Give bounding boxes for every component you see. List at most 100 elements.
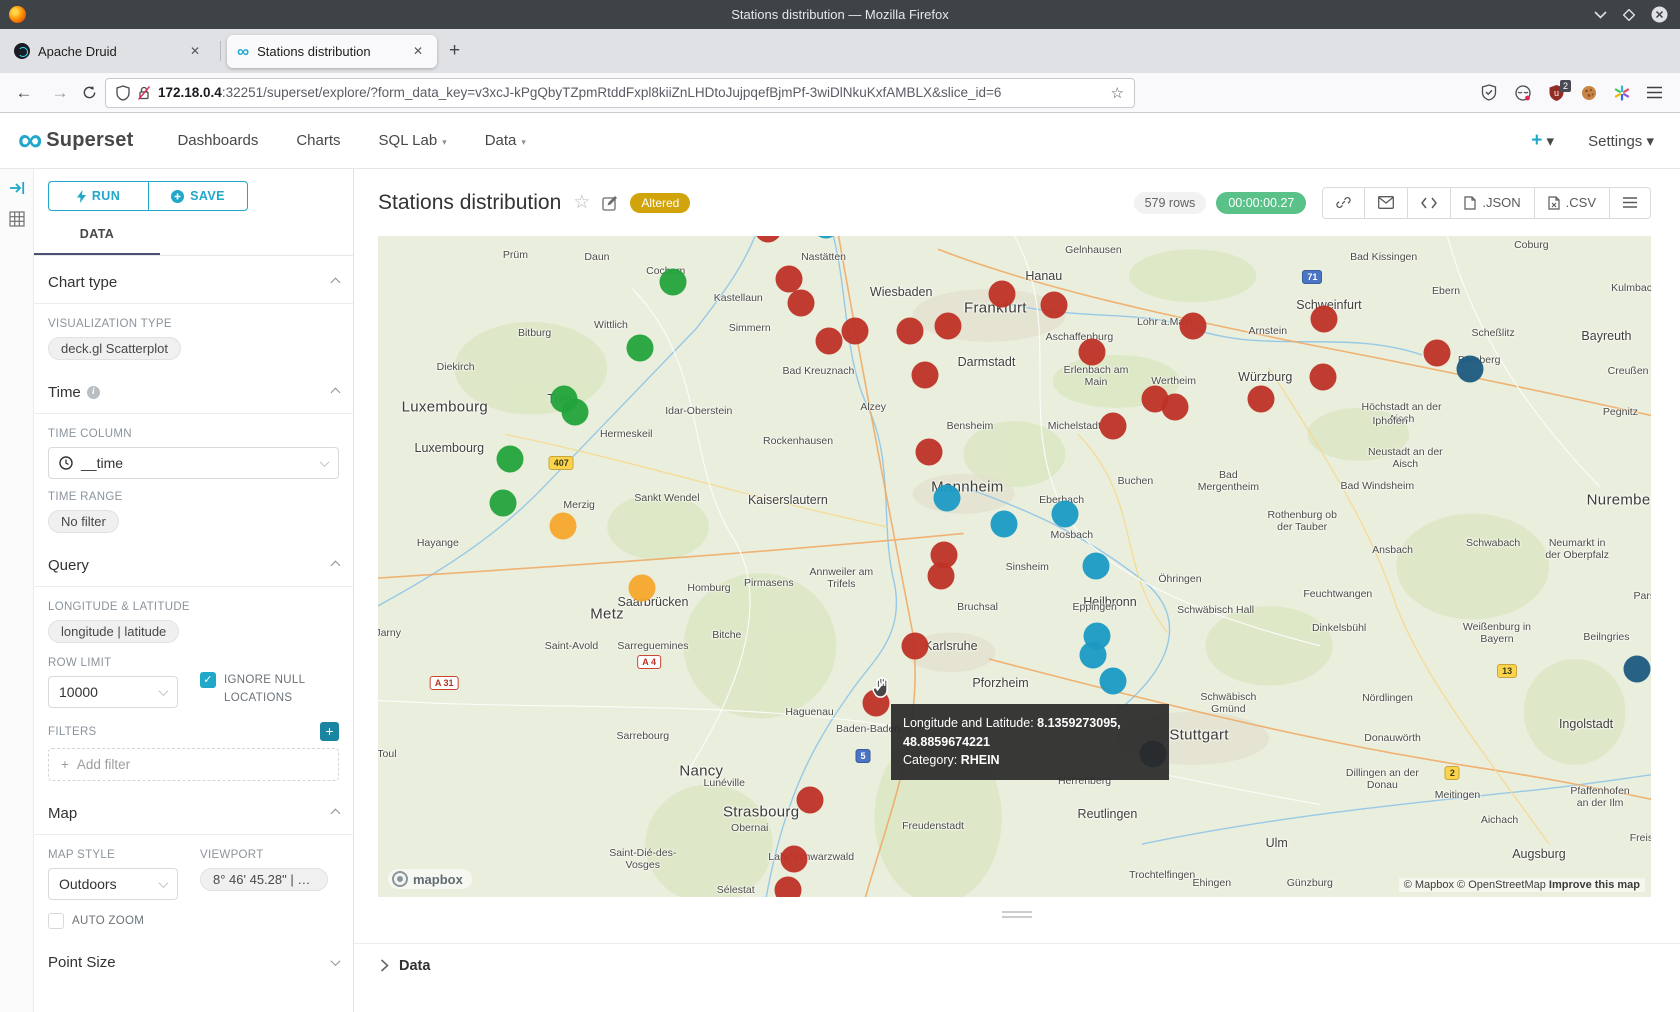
section-query[interactable]: Query <box>34 539 353 586</box>
pocket-shield-icon[interactable] <box>1481 84 1497 101</box>
lonlat-value[interactable]: longitude | latitude <box>48 620 179 643</box>
window-close-button[interactable] <box>1651 6 1668 23</box>
export-json-button[interactable]: .JSON <box>1450 188 1533 218</box>
scatter-point-red[interactable] <box>897 318 924 345</box>
save-button[interactable]: SAVE <box>148 181 248 211</box>
auto-zoom-checkbox-row[interactable]: AUTO ZOOM <box>48 912 339 930</box>
map-style-select[interactable]: Outdoors <box>48 868 178 900</box>
scatter-point-orange[interactable] <box>549 512 576 539</box>
scatter-point-red[interactable] <box>796 786 823 813</box>
scatter-point-green[interactable] <box>497 445 524 472</box>
scatter-point-red[interactable] <box>787 290 814 317</box>
scatter-point-red[interactable] <box>1310 306 1337 333</box>
scatter-point-red[interactable] <box>988 281 1015 308</box>
scatter-point-red[interactable] <box>774 876 801 897</box>
privacy-mask-icon[interactable] <box>1514 85 1532 101</box>
back-button[interactable]: ← <box>10 83 38 103</box>
scatter-point-red[interactable] <box>1179 312 1206 339</box>
scatter-point-orange[interactable] <box>628 575 655 602</box>
scatter-point-blue[interactable] <box>1052 501 1079 528</box>
altered-badge[interactable]: Altered <box>630 193 690 213</box>
viewport-value[interactable]: 8° 46' 45.28" | 49… <box>200 868 328 891</box>
time-column-select[interactable]: __time <box>48 447 339 479</box>
reload-button[interactable] <box>82 85 97 100</box>
viz-type-value[interactable]: deck.gl Scatterplot <box>48 337 181 360</box>
run-button[interactable]: RUN <box>48 181 148 211</box>
scatter-point-blue[interactable] <box>1082 552 1109 579</box>
panel-drag-handle[interactable] <box>1002 911 1032 918</box>
scatter-point-green[interactable] <box>562 398 589 425</box>
scatter-point-red[interactable] <box>927 563 954 590</box>
scatter-point-red[interactable] <box>842 318 869 345</box>
copy-link-button[interactable] <box>1323 188 1364 218</box>
scatter-point-blue[interactable] <box>1080 642 1107 669</box>
section-time[interactable]: Timei <box>34 366 353 413</box>
scatter-point-red[interactable] <box>1079 338 1106 365</box>
section-point-size[interactable]: Point Size <box>34 936 353 983</box>
nav-sql-lab[interactable]: SQL Lab▾ <box>379 132 447 149</box>
time-range-value[interactable]: No filter <box>48 510 119 533</box>
scatter-point-blue[interactable] <box>991 511 1018 538</box>
scatter-point-red[interactable] <box>1040 291 1067 318</box>
scatter-point-red[interactable] <box>935 312 962 339</box>
section-chart-type[interactable]: Chart type <box>34 256 353 303</box>
scatter-point-green[interactable] <box>489 490 516 517</box>
menu-hamburger-icon[interactable] <box>1647 86 1662 99</box>
tab-data[interactable]: DATA <box>34 227 160 255</box>
scatter-point-navy[interactable] <box>1623 655 1650 682</box>
embed-code-button[interactable] <box>1407 188 1450 218</box>
data-results-collapse[interactable]: Data <box>354 943 1680 987</box>
scatter-point-red[interactable] <box>815 328 842 355</box>
scatter-point-green[interactable] <box>627 334 654 361</box>
tab-close-icon[interactable]: ✕ <box>409 42 427 60</box>
edit-properties-icon[interactable] <box>602 195 618 211</box>
scatter-point-red[interactable] <box>912 362 939 389</box>
scatter-point-navy[interactable] <box>1457 355 1484 382</box>
expand-panel-icon[interactable] <box>9 181 25 195</box>
insecure-lock-icon[interactable] <box>137 85 151 101</box>
window-maximize-button[interactable] <box>1623 9 1635 21</box>
chart-menu-button[interactable] <box>1609 188 1650 218</box>
favorite-star-icon[interactable]: ☆ <box>573 191 590 214</box>
nav-data[interactable]: Data▾ <box>485 132 526 149</box>
cookie-icon[interactable] <box>1581 85 1597 101</box>
scatter-point-red[interactable] <box>781 845 808 872</box>
scatter-point-red[interactable] <box>1099 412 1126 439</box>
checkbox-unchecked-icon[interactable] <box>48 913 64 929</box>
scatter-point-red[interactable] <box>1309 364 1336 391</box>
deckgl-scatterplot-map[interactable]: PrümDaunCochemNastättenGelnhausenHanauBa… <box>378 236 1651 897</box>
scatter-point-red[interactable] <box>776 265 803 292</box>
bookmark-star-icon[interactable]: ☆ <box>1111 84 1124 102</box>
new-item-button[interactable]: + ▾ <box>1531 130 1554 152</box>
ignore-null-checkbox-row[interactable]: ✓ IGNORE NULL LOCATIONS <box>200 671 339 708</box>
checkbox-checked-icon[interactable]: ✓ <box>200 672 216 688</box>
scatter-point-blue[interactable] <box>1099 667 1126 694</box>
section-map[interactable]: Map <box>34 787 353 834</box>
scatter-point-blue[interactable] <box>934 485 961 512</box>
tab-apache-druid[interactable]: Apache Druid ✕ <box>4 35 214 68</box>
export-csv-button[interactable]: .CSV <box>1534 188 1609 218</box>
add-filter-plus-button[interactable]: + <box>320 722 339 741</box>
superset-logo[interactable]: ∞ Superset <box>18 127 133 154</box>
url-field[interactable]: 172.18.0.4:32251/superset/explore/?form_… <box>105 78 1135 108</box>
forward-button[interactable]: → <box>46 83 74 103</box>
nav-charts[interactable]: Charts <box>296 132 340 149</box>
add-filter-box[interactable]: + Add filter <box>48 748 339 781</box>
row-limit-select[interactable]: 10000 <box>48 676 178 708</box>
mapbox-logo[interactable]: mapbox <box>388 869 472 889</box>
scatter-point-green[interactable] <box>660 269 687 296</box>
tracking-shield-icon[interactable] <box>116 85 130 101</box>
scatter-point-red[interactable] <box>1424 339 1451 366</box>
extension-pinwheel-icon[interactable] <box>1614 85 1630 101</box>
scatter-point-red[interactable] <box>1248 385 1275 412</box>
new-tab-button[interactable]: + <box>437 40 472 62</box>
settings-menu[interactable]: Settings ▾ <box>1588 132 1654 150</box>
ublock-shield-icon[interactable]: u 2 <box>1549 85 1564 101</box>
tab-stations-distribution[interactable]: ∞ Stations distribution ✕ <box>227 35 437 68</box>
window-minimize-button[interactable] <box>1594 10 1607 19</box>
nav-dashboards[interactable]: Dashboards <box>177 132 258 149</box>
map-attribution[interactable]: © Mapbox © OpenStreetMap Improve this ma… <box>1399 878 1645 892</box>
scatter-point-red[interactable] <box>1161 394 1188 421</box>
share-email-button[interactable] <box>1364 188 1407 218</box>
dataset-grid-icon[interactable] <box>9 211 25 227</box>
